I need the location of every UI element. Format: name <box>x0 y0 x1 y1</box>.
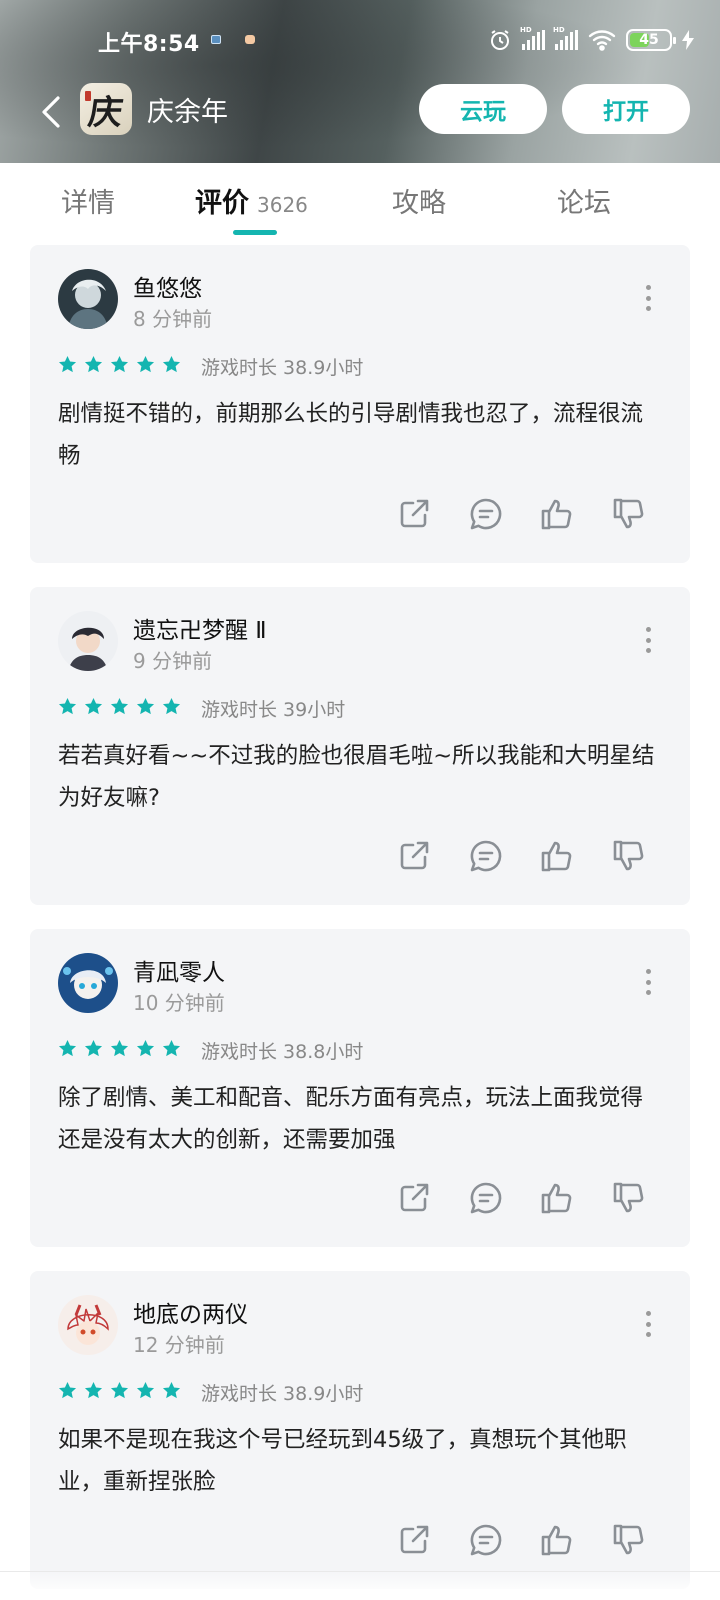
star-icon <box>58 1039 77 1057</box>
tab-guides[interactable]: 攻略 <box>392 181 446 220</box>
status-time: 上午8:54 <box>98 32 200 57</box>
thumbs-up-icon[interactable] <box>538 495 576 533</box>
time-ago: 8 分钟前 <box>133 307 213 331</box>
tab-bar: 详情 评价 3626 攻略 论坛 <box>0 163 720 239</box>
review-text[interactable]: 除了剧情、美工和配音、配乐方面有亮点，玩法上面我觉得还是没有太大的创新，还需要加… <box>58 1077 658 1161</box>
star-icon <box>84 697 103 715</box>
star-icon <box>136 355 155 373</box>
more-options-icon[interactable] <box>644 1311 652 1337</box>
review-actions <box>30 837 690 877</box>
comment-icon[interactable] <box>467 1521 505 1559</box>
scroll-fade <box>0 1570 720 1600</box>
username[interactable]: 地底の两仪 <box>133 1295 248 1329</box>
notification-icon <box>245 35 255 44</box>
share-icon[interactable] <box>395 1179 433 1217</box>
playtime: 游戏时长 39小时 <box>201 699 346 721</box>
more-options-icon[interactable] <box>644 627 652 653</box>
tab-forum[interactable]: 论坛 <box>557 181 611 220</box>
back-arrow-icon[interactable] <box>36 90 72 134</box>
star-icon <box>110 1381 129 1399</box>
star-icon <box>136 1039 155 1057</box>
star-icon <box>110 355 129 373</box>
signal-icon: HD <box>553 26 578 50</box>
review-text[interactable]: 如果不是现在我这个号已经玩到45级了，真想玩个其他职业，重新捏张脸 <box>58 1419 658 1503</box>
star-icon <box>58 355 77 373</box>
star-rating <box>58 1381 181 1400</box>
app-title: 庆余年 <box>147 97 228 128</box>
status-bar: 上午8:54 HD HD 45 <box>0 0 720 80</box>
tab-indicator <box>233 230 277 235</box>
star-icon <box>162 355 181 373</box>
time-ago: 9 分钟前 <box>133 649 213 673</box>
review-count: 3626 <box>257 193 308 217</box>
avatar[interactable] <box>58 1295 118 1355</box>
star-icon <box>162 1039 181 1057</box>
time-ago: 10 分钟前 <box>133 991 225 1015</box>
review-actions <box>30 1521 690 1561</box>
thumbs-down-icon[interactable] <box>610 495 648 533</box>
avatar[interactable] <box>58 611 118 671</box>
star-icon <box>58 1381 77 1399</box>
playtime: 游戏时长 38.9小时 <box>201 1383 364 1405</box>
playtime: 游戏时长 38.8小时 <box>201 1041 364 1063</box>
open-button[interactable]: 打开 <box>562 84 690 134</box>
thumbs-down-icon[interactable] <box>610 1521 648 1559</box>
comment-icon[interactable] <box>467 1179 505 1217</box>
star-icon <box>84 355 103 373</box>
header: 上午8:54 HD HD 45 庆 庆余年 云玩 打开 <box>0 0 720 163</box>
comment-icon[interactable] <box>467 495 505 533</box>
share-icon[interactable] <box>395 837 433 875</box>
signal-icon: HD <box>520 26 545 50</box>
thumbs-down-icon[interactable] <box>610 837 648 875</box>
review-card: 地底の两仪 12 分钟前 游戏时长 38.9小时 如果不是现在我这个号已经玩到4… <box>30 1271 690 1589</box>
review-text[interactable]: 剧情挺不错的，前期那么长的引导剧情我也忍了，流程很流畅 <box>58 393 658 477</box>
tab-details[interactable]: 详情 <box>61 181 115 220</box>
star-icon <box>136 697 155 715</box>
share-icon[interactable] <box>395 495 433 533</box>
avatar[interactable] <box>58 953 118 1013</box>
thumbs-up-icon[interactable] <box>538 837 576 875</box>
comment-icon[interactable] <box>467 837 505 875</box>
charging-icon <box>682 30 694 50</box>
alarm-icon <box>491 30 509 50</box>
review-text[interactable]: 若若真好看~~不过我的脸也很眉毛啦~所以我能和大明星结为好友嘛? <box>58 735 658 819</box>
username[interactable]: 鱼悠悠 <box>133 269 202 303</box>
username[interactable]: 青凪零人 <box>133 953 225 987</box>
more-options-icon[interactable] <box>644 285 652 311</box>
more-options-icon[interactable] <box>644 969 652 995</box>
thumbs-down-icon[interactable] <box>610 1179 648 1217</box>
star-icon <box>84 1381 103 1399</box>
star-icon <box>58 697 77 715</box>
star-icon <box>136 1381 155 1399</box>
playtime: 游戏时长 38.9小时 <box>201 357 364 379</box>
review-actions <box>30 495 690 535</box>
review-card: 鱼悠悠 8 分钟前 游戏时长 38.9小时 剧情挺不错的，前期那么长的引导剧情我… <box>30 245 690 563</box>
app-logo: 庆 <box>80 83 132 135</box>
wifi-icon <box>588 30 616 51</box>
status-icons: HD HD 45 <box>488 26 694 52</box>
review-card: 遗忘卍梦醒 Ⅱ 9 分钟前 游戏时长 39小时 若若真好看~~不过我的脸也很眉毛… <box>30 587 690 905</box>
time-ago: 12 分钟前 <box>133 1333 225 1357</box>
star-rating <box>58 697 181 716</box>
cloud-play-button[interactable]: 云玩 <box>419 84 547 134</box>
thumbs-up-icon[interactable] <box>538 1179 576 1217</box>
star-icon <box>162 697 181 715</box>
star-rating <box>58 1039 181 1058</box>
thumbs-up-icon[interactable] <box>538 1521 576 1559</box>
star-rating <box>58 355 181 374</box>
username[interactable]: 遗忘卍梦醒 Ⅱ <box>133 611 267 645</box>
avatar[interactable] <box>58 269 118 329</box>
battery-icon: 45 <box>626 29 676 51</box>
tab-reviews[interactable]: 评价 3626 <box>195 181 308 220</box>
review-card: 青凪零人 10 分钟前 游戏时长 38.8小时 除了剧情、美工和配音、配乐方面有… <box>30 929 690 1247</box>
star-icon <box>110 1039 129 1057</box>
star-icon <box>162 1381 181 1399</box>
review-actions <box>30 1179 690 1219</box>
share-icon[interactable] <box>395 1521 433 1559</box>
star-icon <box>110 697 129 715</box>
app-bar: 庆 庆余年 云玩 打开 <box>0 80 720 144</box>
star-icon <box>84 1039 103 1057</box>
notification-icon <box>211 35 221 44</box>
